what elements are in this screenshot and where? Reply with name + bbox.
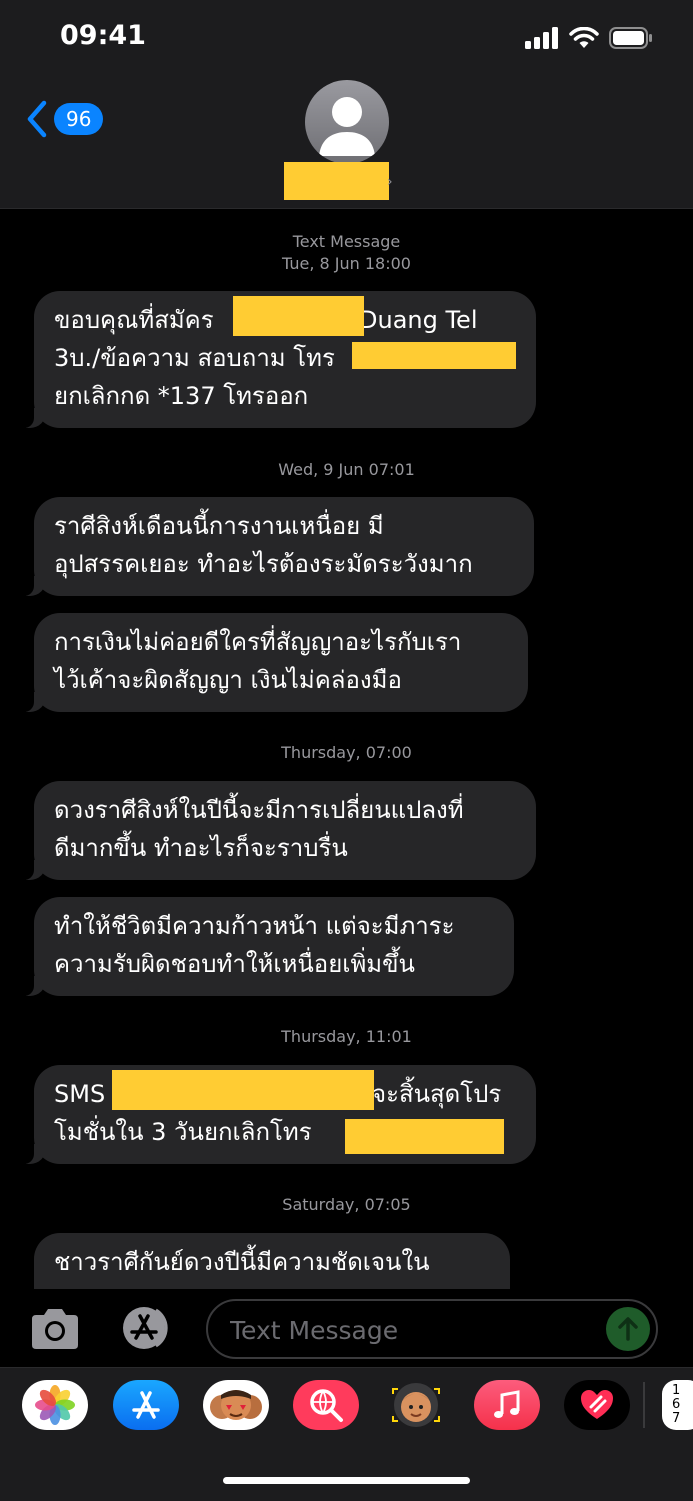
- timestamp-date: Thursday, 07:00: [281, 743, 412, 762]
- timestamp-header: Text Message Tue, 8 Jun 18:00: [0, 231, 693, 275]
- message-text: ราศีสิงห์เดือนนี้การงานเหนื่อย มี: [54, 512, 384, 540]
- home-indicator: [223, 1477, 470, 1484]
- back-button[interactable]: 96: [26, 100, 104, 138]
- conversation-header: 96 ›: [0, 78, 693, 209]
- message-bubble[interactable]: SMS จะสิ้นสุดโปร โมชั่นใน 3 วันยกเลิกโทร: [18, 1065, 536, 1164]
- message-bubble[interactable]: ชาวราศีกันย์ดวงปีนี้มีความชัดเจนใน: [34, 1233, 510, 1289]
- message-bubble[interactable]: การเงินไม่ค่อยดีใครที่สัญญาอะไรกับเรา ไว…: [18, 613, 528, 712]
- message-text: จะสิ้นสุดโปร: [372, 1080, 502, 1108]
- battery-icon: [609, 27, 652, 49]
- timestamp-header: Thursday, 07:00: [0, 742, 693, 764]
- chevron-left-icon: [27, 100, 47, 138]
- message-text: ความรับผิดชอบทำให้เหนื่อยเพิ่มขึ้น: [54, 950, 415, 978]
- message-text: SMS: [54, 1080, 106, 1108]
- arrow-up-icon: [618, 1317, 638, 1341]
- drawer-divider: [643, 1382, 645, 1428]
- status-time: 09:41: [60, 20, 146, 51]
- message-text: ไว้เค้าจะผิดสัญญา เงินไม่คล่องมือ: [54, 666, 402, 694]
- camera-icon: [32, 1309, 78, 1349]
- message-text: การเงินไม่ค่อยดีใครที่สัญญาอะไรกับเรา: [54, 628, 462, 656]
- camera-button[interactable]: [28, 1307, 82, 1355]
- message-text: Duang Tel: [359, 306, 478, 334]
- memoji-stickers-button[interactable]: [203, 1380, 269, 1430]
- app-store-icon: [132, 1391, 160, 1419]
- memoji-stickers-icon: [210, 1390, 262, 1420]
- timestamp-header: Saturday, 07:05: [0, 1194, 693, 1216]
- person-icon: [319, 97, 375, 156]
- timestamp-date: Saturday, 07:05: [282, 1195, 411, 1214]
- web-search-app-button[interactable]: [293, 1380, 359, 1430]
- memoji-icon: [392, 1383, 440, 1427]
- timestamp-header: Thursday, 11:01: [0, 1026, 693, 1048]
- message-text: ขอบคุณที่สมัคร: [54, 306, 214, 334]
- music-app-button[interactable]: [474, 1380, 540, 1430]
- message-text: อุปสรรคเยอะ ทำอะไรต้องระมัดระวังมาก: [54, 550, 473, 578]
- sudoku-app-button[interactable]: 1 6 7: [662, 1380, 693, 1430]
- wifi-icon: [569, 27, 599, 48]
- redaction-block: [345, 1119, 504, 1154]
- send-button[interactable]: [606, 1307, 650, 1351]
- sudoku-digit: 6: [672, 1397, 681, 1412]
- contact-avatar[interactable]: [305, 80, 389, 164]
- sudoku-digit: 7: [672, 1411, 681, 1426]
- digital-touch-icon: [581, 1390, 613, 1419]
- status-bar: 09:41: [0, 0, 693, 78]
- timestamp-date: Wed, 9 Jun 07:01: [278, 460, 415, 479]
- app-store-app-button[interactable]: [113, 1380, 179, 1430]
- message-bubble[interactable]: ราศีสิงห์เดือนนี้การงานเหนื่อย มี อุปสรร…: [18, 497, 534, 596]
- timestamp-header: Wed, 9 Jun 07:01: [0, 459, 693, 481]
- chevron-right-icon: ›: [387, 174, 393, 190]
- message-thread[interactable]: Text Message Tue, 8 Jun 18:00 ขอบคุณที่ส…: [0, 209, 693, 1289]
- redaction-block: [233, 296, 364, 336]
- message-text: ชาวราศีกันย์ดวงปีนี้มีความชัดเจนใน: [54, 1248, 430, 1276]
- message-input[interactable]: [228, 1311, 602, 1349]
- message-composer: [0, 1289, 693, 1367]
- timestamp-date: Tue, 8 Jun 18:00: [282, 254, 411, 273]
- contact-name-redaction[interactable]: [284, 162, 389, 200]
- web-search-icon: [310, 1389, 343, 1422]
- app-store-button[interactable]: [118, 1305, 176, 1355]
- timestamp-label: Text Message: [292, 232, 401, 251]
- message-text-field[interactable]: [206, 1299, 658, 1359]
- message-bubble[interactable]: ทำให้ชีวิตมีความก้าวหน้า แต่จะมีภาระ ควา…: [18, 897, 514, 996]
- timestamp-date: Thursday, 11:01: [281, 1027, 412, 1046]
- photos-app-button[interactable]: [22, 1380, 88, 1430]
- sudoku-digit: 1: [672, 1383, 681, 1398]
- signal-icon: [525, 27, 558, 49]
- memoji-app-button[interactable]: [383, 1380, 449, 1430]
- message-text: ทำให้ชีวิตมีความก้าวหน้า แต่จะมีภาระ: [54, 912, 455, 940]
- message-text: ดีมากขึ้น ทำอะไรก็จะราบรื่น: [54, 834, 348, 862]
- photos-icon: [35, 1385, 75, 1425]
- message-bubble[interactable]: ขอบคุณที่สมัคร Duang Tel 3บ./ข้อความ สอบ…: [18, 291, 536, 428]
- unread-count-badge: 96: [54, 103, 104, 135]
- message-bubble[interactable]: ดวงราศีสิงห์ในปีนี้จะมีการเปลี่ยนแปลงที่…: [18, 781, 536, 880]
- digital-touch-app-button[interactable]: [564, 1380, 630, 1430]
- message-text: ดวงราศีสิงห์ในปีนี้จะมีการเปลี่ยนแปลงที่: [54, 796, 464, 824]
- redaction-block: [352, 342, 516, 369]
- message-text: ยกเลิกกด *137 โทรออก: [54, 382, 309, 410]
- music-icon: [494, 1390, 520, 1418]
- app-store-icon: [123, 1307, 168, 1349]
- status-icons: [525, 24, 653, 52]
- redaction-block: [112, 1070, 374, 1110]
